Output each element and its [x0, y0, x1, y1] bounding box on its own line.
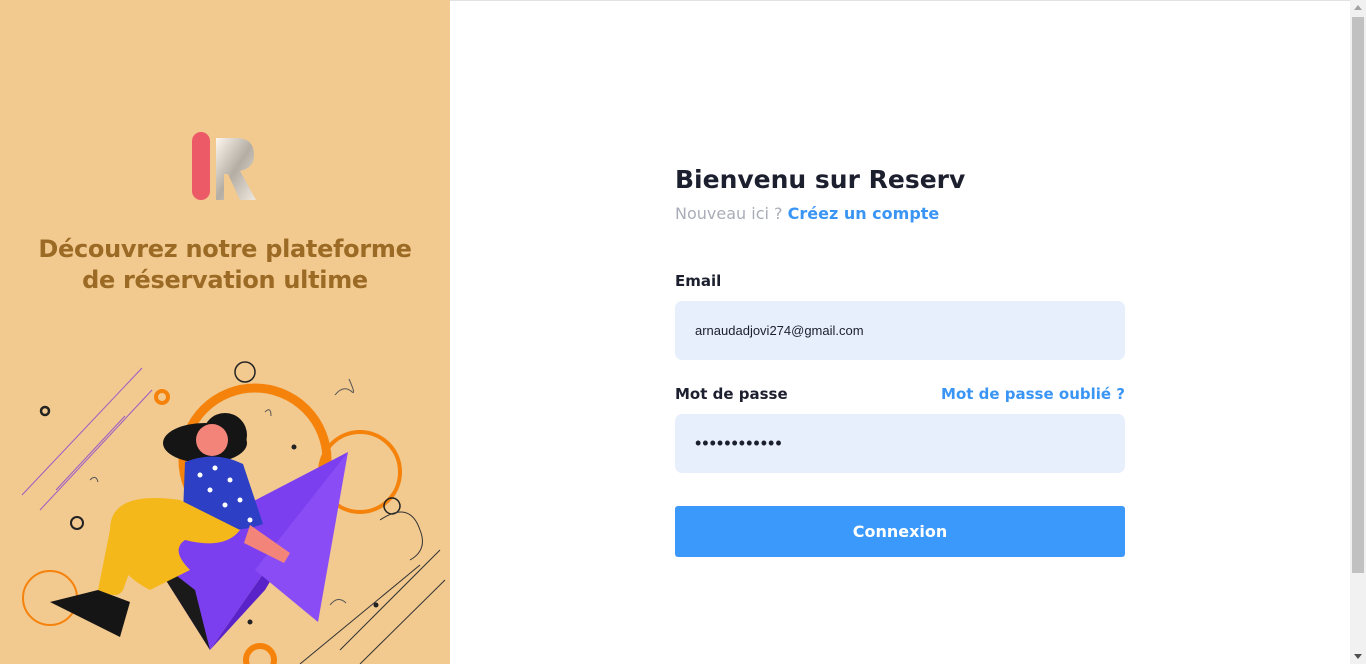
- create-account-link[interactable]: Créez un compte: [788, 204, 940, 223]
- email-field[interactable]: [675, 301, 1125, 360]
- top-divider: [450, 0, 1350, 1]
- scrollbar-thumb[interactable]: [1352, 17, 1364, 573]
- forgot-password-link[interactable]: Mot de passe oublié ?: [941, 385, 1125, 403]
- email-label-row: Email: [675, 272, 1125, 290]
- email-label: Email: [675, 272, 722, 290]
- tagline-line-2: de réservation ultime: [82, 266, 368, 294]
- tagline-line-1: Découvrez notre plateforme: [38, 235, 412, 263]
- login-button[interactable]: Connexion: [675, 506, 1125, 557]
- scroll-up-arrow-icon[interactable]: [1350, 0, 1366, 16]
- tagline: Découvrez notre plateforme de réservatio…: [0, 234, 450, 296]
- signup-prompt: Nouveau ici ? Créez un compte: [675, 202, 1125, 226]
- brand-panel: Découvrez notre plateforme de réservatio…: [0, 0, 450, 664]
- page-title: Bienvenu sur Reserv: [675, 165, 966, 194]
- scroll-down-arrow-icon[interactable]: [1350, 648, 1366, 664]
- reserv-logo: [192, 132, 256, 200]
- new-here-text: Nouveau ici ?: [675, 204, 783, 223]
- vertical-scrollbar[interactable]: [1350, 0, 1366, 664]
- password-label-row: Mot de passe Mot de passe oublié ?: [675, 385, 1125, 403]
- paper-plane-illustration: [21, 361, 446, 664]
- password-field[interactable]: [675, 414, 1125, 473]
- login-form: Bienvenu sur Reserv Nouveau ici ? Créez …: [675, 160, 1125, 557]
- password-label: Mot de passe: [675, 385, 788, 403]
